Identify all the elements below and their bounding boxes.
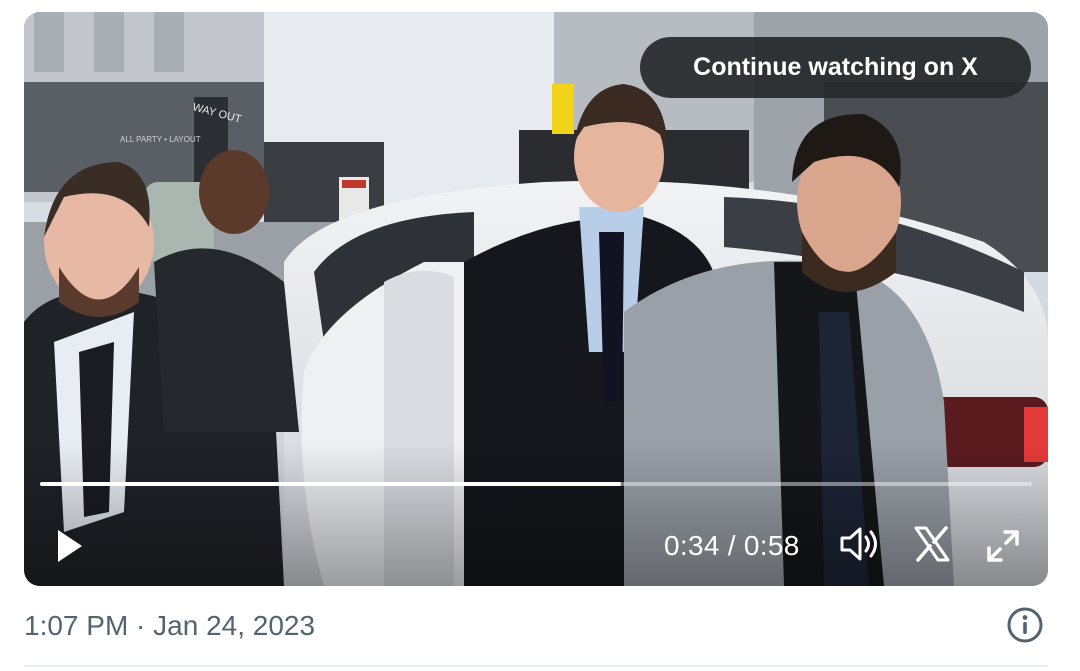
divider — [24, 665, 1048, 667]
info-icon — [1007, 607, 1043, 643]
volume-button[interactable] — [838, 524, 882, 564]
continue-watching-button[interactable]: Continue watching on X — [640, 37, 1031, 98]
time-display: 0:34 / 0:58 — [664, 530, 800, 561]
fullscreen-button[interactable] — [983, 526, 1023, 566]
play-icon — [58, 530, 82, 562]
video-player[interactable]: WAY OUT ALL PARTY • LAYOUT — [24, 12, 1048, 586]
x-logo-icon — [914, 526, 950, 562]
info-button[interactable] — [1006, 606, 1044, 644]
volume-icon — [840, 527, 877, 561]
fullscreen-icon — [987, 530, 1019, 562]
video-frame: WAY OUT ALL PARTY • LAYOUT — [24, 12, 1048, 586]
play-button[interactable] — [52, 526, 92, 566]
progress-scrubber[interactable] — [40, 481, 1032, 487]
x-brand-button[interactable] — [912, 524, 952, 564]
tweet-timestamp[interactable]: 1:07 PM · Jan 24, 2023 — [24, 606, 315, 646]
progress-fill — [40, 482, 622, 486]
